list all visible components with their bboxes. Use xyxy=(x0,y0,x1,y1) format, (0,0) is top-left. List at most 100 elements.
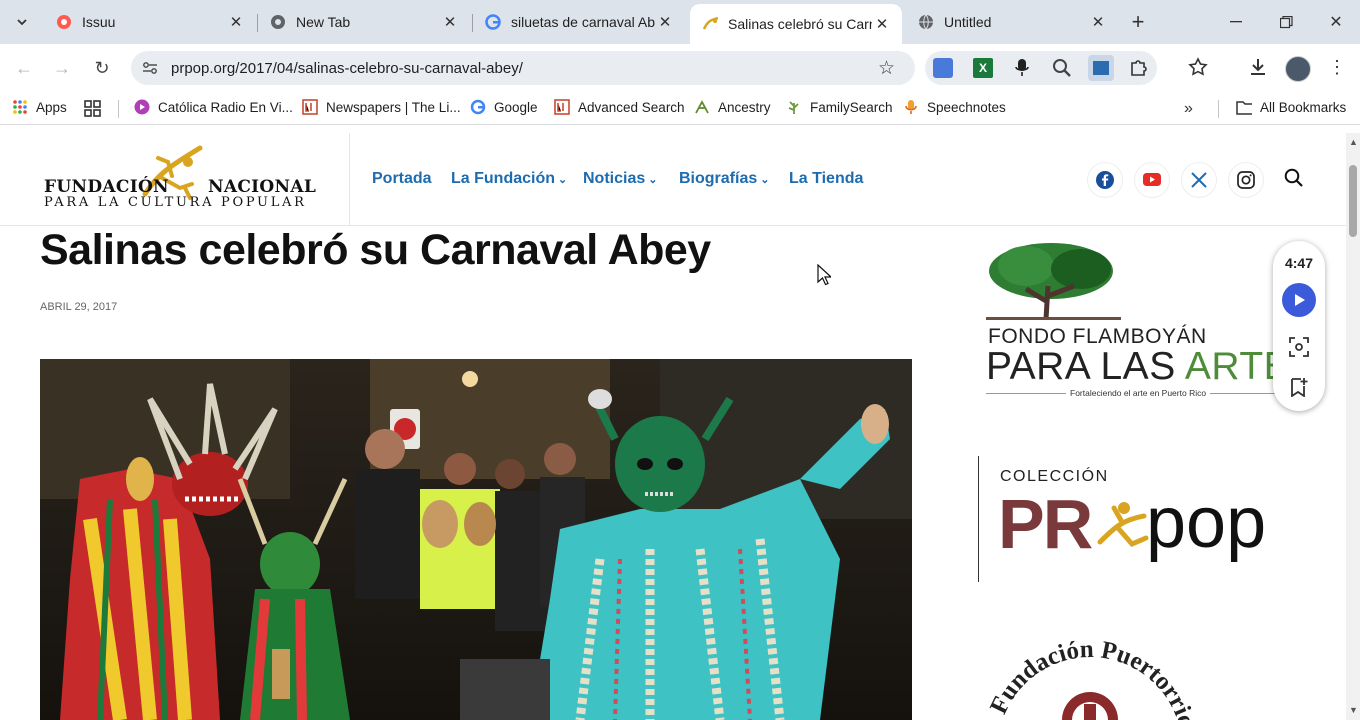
reading-list-icon[interactable] xyxy=(1188,57,1210,82)
coleccion-prpop-ad[interactable]: COLECCIÓN PR pop xyxy=(998,468,1300,578)
mouse-cursor-icon xyxy=(817,264,831,286)
tab-salinas-active[interactable]: Salinas celebró su Carnaval ✕ xyxy=(690,4,902,44)
minimize-button[interactable] xyxy=(1222,8,1250,36)
scan-icon xyxy=(1289,337,1309,357)
restore-button[interactable] xyxy=(1272,8,1300,36)
scroll-down-icon[interactable]: ▼ xyxy=(1349,705,1358,715)
add-bookmark-button[interactable] xyxy=(1290,377,1308,402)
bookmark-label: Católica Radio En Vi... xyxy=(158,99,293,115)
nav-portada[interactable]: Portada xyxy=(372,170,432,188)
close-window-button[interactable]: ✕ xyxy=(1322,8,1350,36)
bookmark-label: Apps xyxy=(36,99,67,115)
carnival-photo xyxy=(40,359,912,720)
chevron-double-right-icon[interactable]: » xyxy=(1184,100,1193,118)
catolica-radio-icon xyxy=(134,99,150,115)
restore-icon xyxy=(1279,15,1293,28)
arrow-right-icon: → xyxy=(53,57,71,78)
new-tab-button[interactable]: + xyxy=(1126,9,1150,34)
scroll-up-icon[interactable]: ▲ xyxy=(1349,137,1358,147)
prpop-icon xyxy=(702,16,718,32)
fundacion-seal-icon: Fundación Puertorriqueña xyxy=(980,630,1200,720)
translate-extension-icon[interactable] xyxy=(933,58,953,78)
article-date: ABRIL 29, 2017 xyxy=(40,301,118,313)
chevron-down-icon: ⌄ xyxy=(760,174,770,186)
close-icon[interactable]: ✕ xyxy=(1088,12,1108,32)
puzzle-icon[interactable] xyxy=(1129,57,1149,82)
coleccion-border xyxy=(978,456,979,582)
nav-la-tienda[interactable]: La Tienda xyxy=(789,170,863,188)
x-icon xyxy=(1191,172,1207,188)
chevron-down-icon: ⌄ xyxy=(648,174,658,186)
nav-label: Noticias xyxy=(583,170,646,187)
x-link[interactable] xyxy=(1181,162,1217,198)
bookmark-star-icon[interactable]: ☆ xyxy=(878,57,895,80)
profile-avatar[interactable] xyxy=(1285,56,1311,82)
facebook-link[interactable] xyxy=(1087,162,1123,198)
bookmark-google[interactable]: Google xyxy=(470,99,538,115)
tab-new-tab[interactable]: New Tab ✕ xyxy=(258,4,470,40)
tab-title: siluetas de carnaval Abey xyxy=(511,14,655,30)
logo-tagline: PARA LA CULTURA POPULAR xyxy=(44,195,307,210)
microphone-icon[interactable] xyxy=(1014,58,1030,83)
excel-extension-icon[interactable]: X xyxy=(973,58,993,78)
site-info-button[interactable] xyxy=(140,58,160,78)
nav-la-fundacion[interactable]: La Fundación ⌄ xyxy=(451,170,567,188)
loc-icon xyxy=(302,99,318,115)
close-icon[interactable]: ✕ xyxy=(872,14,892,34)
more-menu-icon[interactable]: ⋮ xyxy=(1328,57,1346,77)
speechnotes-icon xyxy=(903,99,919,115)
reload-button[interactable]: ↻ xyxy=(88,54,116,82)
bookmark-label: Google xyxy=(494,99,538,115)
tab-siluetas[interactable]: siluetas de carnaval Abey ✕ xyxy=(473,4,685,40)
site-logo[interactable]: FUNDACIÓN NACIONAL PARA LA CULTURA POPUL… xyxy=(40,144,320,212)
bookmark-label: Newspapers | The Li... xyxy=(326,99,461,115)
fondo-line2: PARA LAS ARTES xyxy=(986,345,1317,389)
nav-noticias[interactable]: Noticias ⌄ xyxy=(583,170,657,188)
tab-title: Salinas celebró su Carnaval xyxy=(728,16,872,32)
search-button[interactable] xyxy=(1284,168,1304,193)
forward-button[interactable]: → xyxy=(48,54,76,82)
back-button[interactable]: ← xyxy=(10,54,38,82)
close-icon[interactable]: ✕ xyxy=(655,12,675,32)
tab-groups-icon[interactable] xyxy=(84,100,102,123)
all-bookmarks-button[interactable]: All Bookmarks xyxy=(1236,99,1346,115)
logo-word-left: FUNDACIÓN xyxy=(44,177,169,197)
tune-icon xyxy=(143,62,157,74)
pop-label: pop xyxy=(1146,483,1267,563)
facebook-icon xyxy=(1096,171,1114,189)
fundacion-puertorriquena-logo[interactable]: Fundación Puertorriqueña xyxy=(980,630,1200,720)
chevron-down-icon: ⌄ xyxy=(558,174,568,186)
bookmark-familysearch[interactable]: FamilySearch xyxy=(786,99,893,115)
download-icon[interactable] xyxy=(1248,57,1268,82)
tab-search-button[interactable] xyxy=(8,8,36,36)
nav-biografias[interactable]: Biografías ⌄ xyxy=(679,170,769,188)
close-icon[interactable]: ✕ xyxy=(440,12,460,32)
bookmark-apps[interactable]: Apps xyxy=(12,99,67,115)
close-icon[interactable]: ✕ xyxy=(226,12,246,32)
plus-icon: + xyxy=(1131,9,1145,34)
bookmark-catolica[interactable]: Católica Radio En Vi... xyxy=(134,99,293,115)
nav-label: Portada xyxy=(372,170,432,187)
play-button[interactable] xyxy=(1282,283,1316,317)
screen-extension-icon[interactable] xyxy=(1088,55,1114,81)
apps-grid-icon xyxy=(12,99,28,115)
tab-issuu[interactable]: Issuu ✕ xyxy=(44,4,256,40)
scrollbar-thumb[interactable] xyxy=(1349,165,1357,237)
instagram-link[interactable] xyxy=(1228,162,1264,198)
bookmark-divider xyxy=(118,100,119,118)
youtube-link[interactable] xyxy=(1134,162,1170,198)
bookmark-newspapers[interactable]: Newspapers | The Li... xyxy=(302,99,461,115)
extensions-group xyxy=(925,51,1157,85)
zoom-icon[interactable] xyxy=(1052,58,1072,83)
screenshot-button[interactable] xyxy=(1289,337,1309,362)
search-icon xyxy=(1284,168,1303,187)
logo-word-right: NACIONAL xyxy=(208,177,317,197)
chrome-icon xyxy=(270,14,286,30)
bookmark-speechnotes[interactable]: Speechnotes xyxy=(903,99,1006,115)
tab-untitled[interactable]: Untitled ✕ xyxy=(906,4,1118,40)
page-scrollbar[interactable]: ▲ ▼ xyxy=(1346,133,1360,720)
bookmark-ancestry[interactable]: Ancestry xyxy=(694,99,771,115)
url-text[interactable]: prpop.org/2017/04/salinas-celebro-su-car… xyxy=(171,60,523,77)
bookmark-advanced-search[interactable]: Advanced Search xyxy=(554,99,685,115)
fondo-flamboyan-ad[interactable]: FONDO FLAMBOYÁN PARA LAS ARTES Fortaleci… xyxy=(986,241,1316,401)
